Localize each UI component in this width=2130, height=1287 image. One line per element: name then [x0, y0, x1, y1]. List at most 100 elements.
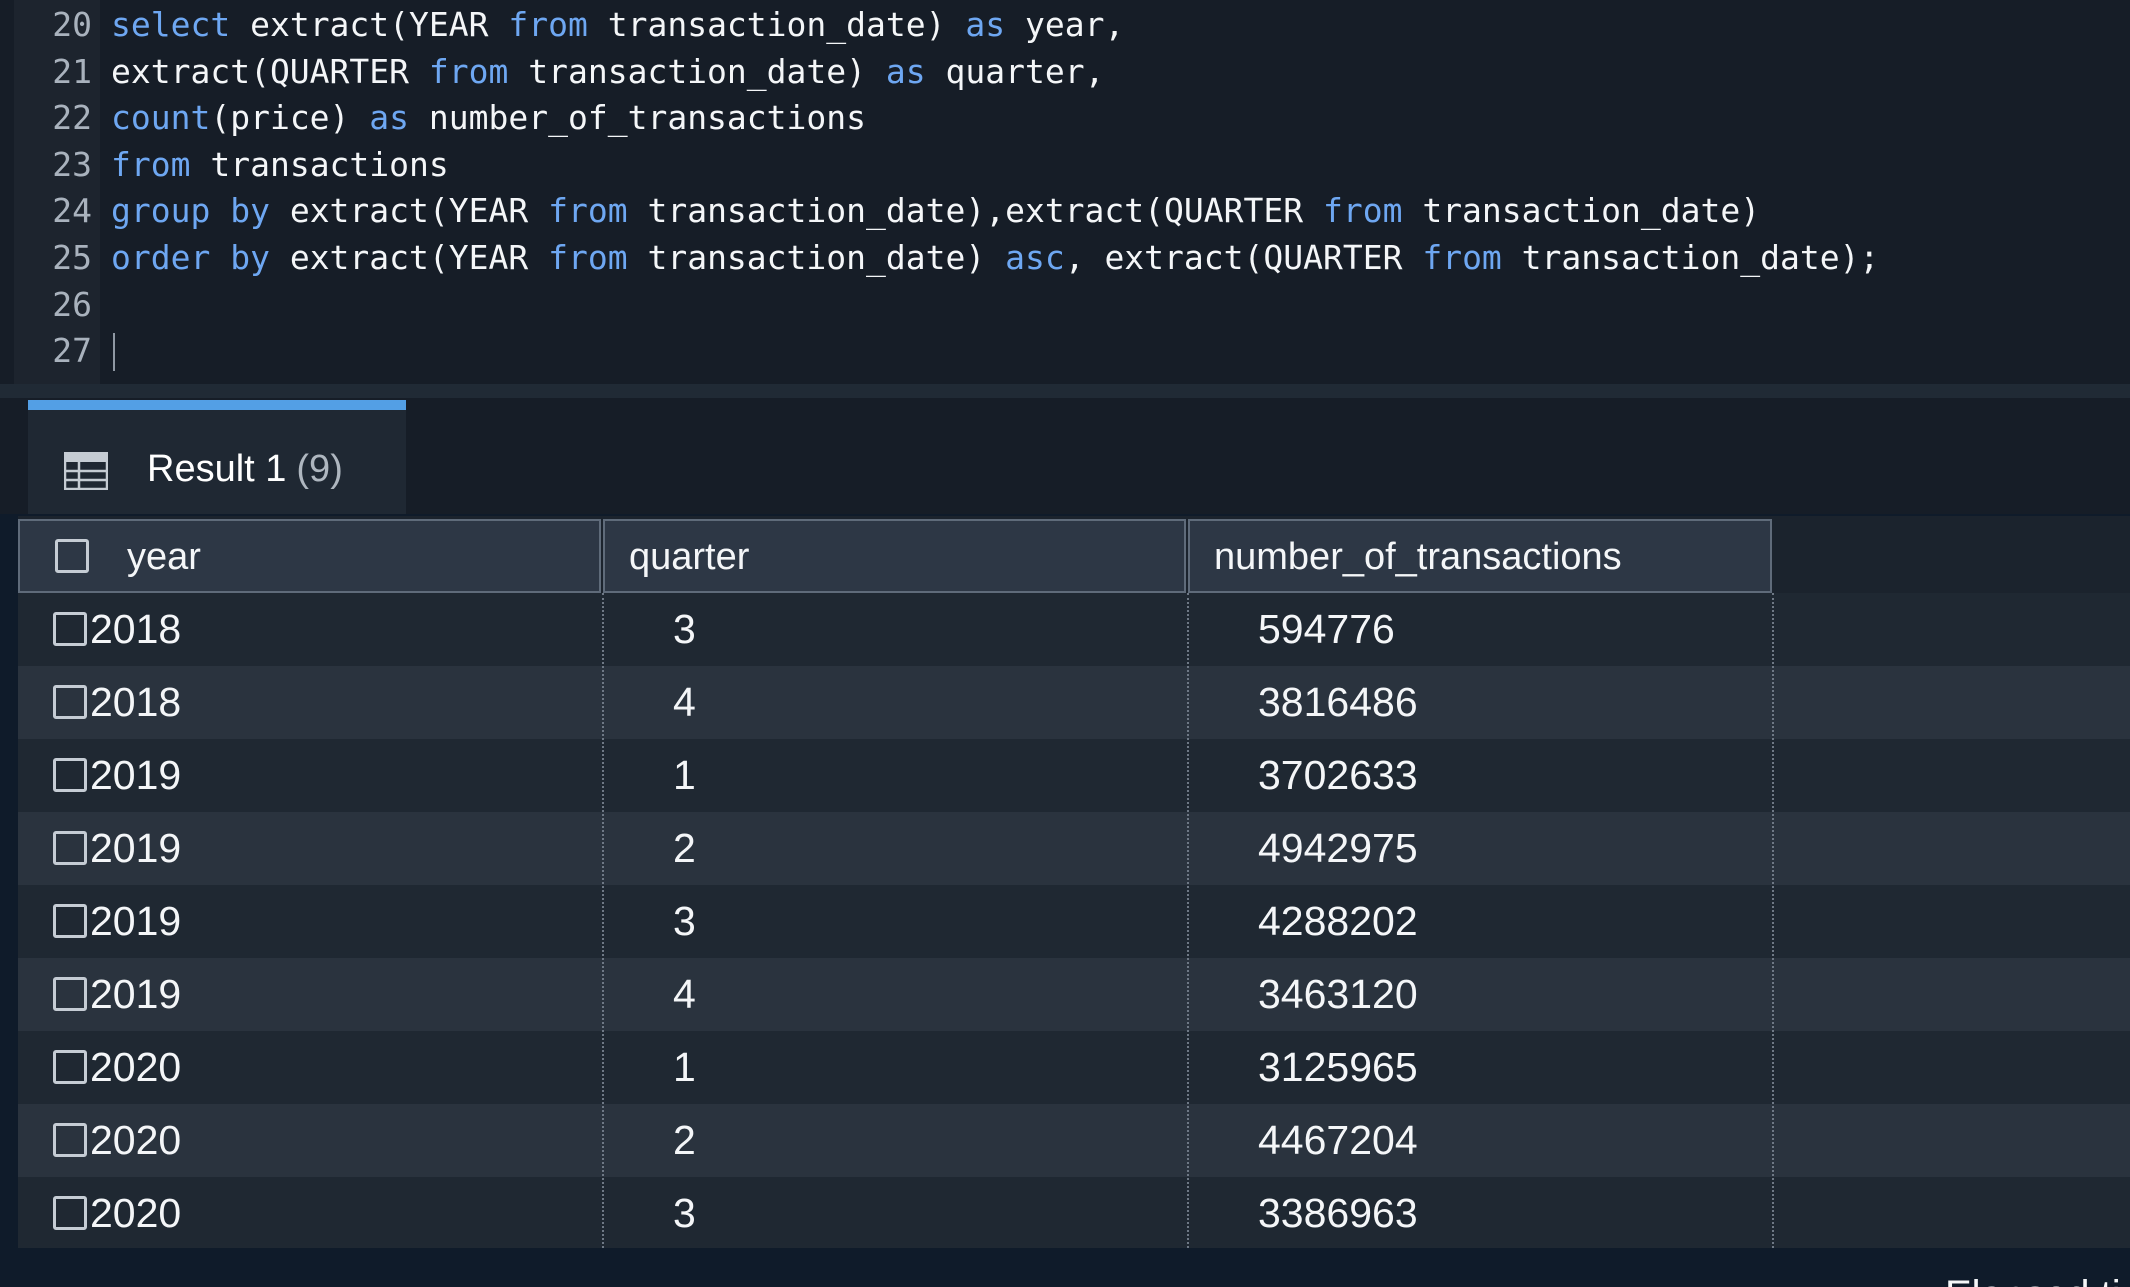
table-cell-number-of-transactions: 3702633 [1258, 752, 1418, 798]
table-cell-number-of-transactions: 4467204 [1258, 1117, 1418, 1163]
keyword-token: as [965, 5, 1006, 44]
table-cell-quarter: 3 [673, 606, 696, 652]
column-divider [602, 593, 604, 1248]
sql-editor[interactable]: 20 21 22 23 24 25 26 27 select extract(YEAR fro… [0, 0, 2130, 384]
results-table: year quarter number_of_transactions 2018… [18, 516, 2130, 1250]
line-number: 25 [52, 238, 92, 277]
column-header-label: quarter [629, 536, 750, 578]
row-checkbox[interactable] [53, 612, 87, 646]
code-token: (price) [210, 98, 370, 138]
keyword-token: order by [111, 238, 270, 277]
column-header-label: year [127, 536, 201, 578]
select-all-checkbox[interactable] [55, 539, 89, 573]
column-divider [1772, 593, 1774, 1248]
table-cell-year: 2019 [90, 898, 182, 944]
keyword-token: from [428, 51, 509, 91]
table-cell-number-of-transactions: 3386963 [1258, 1190, 1418, 1236]
elapsed-time-label: Elapsed ti [1945, 1270, 2121, 1287]
row-checkbox[interactable] [53, 1196, 87, 1230]
column-header-quarter[interactable]: quarter [603, 519, 1186, 593]
table-row[interactable]: 2019 4 3463120 [18, 958, 2130, 1031]
table-row[interactable]: 2018 4 3816486 [18, 666, 2130, 739]
code-line[interactable]: from transactions [111, 142, 449, 189]
code-token: quarter, [925, 51, 1105, 91]
code-line[interactable]: group by extract(YEAR from transaction_d… [111, 188, 1760, 235]
line-number: 20 [52, 5, 92, 44]
line-number: 21 [52, 51, 92, 91]
table-cell-quarter: 2 [673, 825, 696, 871]
text-caret [113, 333, 115, 371]
table-body: 2018 3 594776 2018 4 3816486 2019 1 3702633 2019 2… [18, 593, 2130, 1250]
table-row[interactable]: 2019 2 4942975 [18, 812, 2130, 885]
line-number: 22 [52, 98, 92, 138]
table-cell-quarter: 2 [673, 1117, 696, 1163]
line-number-gutter: 20 21 22 23 24 25 26 27 [14, 0, 100, 384]
tab-label: Result 1 (9) [147, 444, 343, 494]
query-editor-window: 20 21 22 23 24 25 26 27 select extract(YEAR fro… [0, 0, 2130, 1287]
table-cell-year: 2020 [90, 1190, 182, 1236]
keyword-token: as [885, 51, 926, 91]
table-cell-number-of-transactions: 3463120 [1258, 971, 1418, 1017]
tab-result-1[interactable]: Result 1 (9) [28, 400, 406, 514]
header-filler [1772, 525, 2130, 593]
row-checkbox[interactable] [53, 758, 87, 792]
code-token: extract(YEAR [269, 238, 549, 277]
table-cell-year: 2020 [90, 1044, 182, 1090]
keyword-token: from [508, 5, 588, 44]
code-line[interactable]: order by extract(YEAR from transaction_d… [111, 235, 1879, 282]
keyword-token: count [111, 98, 211, 138]
table-cell-quarter: 1 [673, 752, 696, 798]
row-checkbox[interactable] [53, 1123, 87, 1157]
editor-divider[interactable] [0, 384, 2130, 398]
keyword-token: as [369, 98, 410, 138]
result-tabbar: Result 1 (9) [0, 398, 2130, 514]
table-cell-quarter: 3 [673, 1190, 696, 1236]
row-checkbox[interactable] [53, 831, 87, 865]
table-row[interactable]: 2019 3 4288202 [18, 885, 2130, 958]
table-cell-number-of-transactions: 4288202 [1258, 898, 1418, 944]
row-checkbox[interactable] [53, 685, 87, 719]
table-cell-year: 2018 [90, 606, 182, 652]
table-row[interactable]: 2020 3 3386963 [18, 1177, 2130, 1250]
row-count-badge: (9) [296, 448, 343, 490]
table-cell-number-of-transactions: 594776 [1258, 606, 1395, 652]
table-row[interactable]: 2020 1 3125965 [18, 1031, 2130, 1104]
table-row[interactable]: 2018 3 594776 [18, 593, 2130, 666]
code-token: year, [1005, 5, 1125, 44]
row-checkbox[interactable] [53, 977, 87, 1011]
keyword-token: from [1322, 191, 1403, 231]
row-checkbox[interactable] [53, 904, 87, 938]
table-row[interactable]: 2019 1 3702633 [18, 739, 2130, 812]
keyword-token: group by [111, 191, 270, 231]
column-header-year[interactable]: year [18, 519, 601, 593]
table-icon [64, 452, 108, 490]
code-area[interactable]: select extract(YEAR from transaction_dat… [111, 0, 2130, 384]
keyword-token: from [548, 191, 628, 231]
tab-title: Result 1 [147, 448, 287, 490]
code-line[interactable]: count(price) as number_of_transactions [111, 95, 866, 142]
code-token: transactions [190, 144, 449, 184]
code-token: transaction_date) [627, 238, 1006, 277]
table-cell-quarter: 1 [673, 1044, 696, 1090]
line-number: 26 [52, 284, 92, 324]
table-cell-quarter: 3 [673, 898, 696, 944]
code-token: number_of_transactions [409, 98, 867, 138]
code-token: extract(YEAR [230, 5, 509, 44]
row-checkbox[interactable] [53, 1050, 87, 1084]
table-cell-number-of-transactions: 4942975 [1258, 825, 1418, 871]
table-cell-quarter: 4 [673, 971, 696, 1017]
table-row[interactable]: 2020 2 4467204 [18, 1104, 2130, 1177]
code-line[interactable]: select extract(YEAR from transaction_dat… [111, 2, 1124, 49]
line-number: 27 [52, 331, 92, 371]
status-bar [0, 1248, 2130, 1287]
code-token: extract(YEAR [269, 191, 549, 231]
keyword-token: from [548, 238, 628, 277]
code-token: extract(QUARTER [111, 51, 429, 91]
column-header-number-of-transactions[interactable]: number_of_transactions [1188, 519, 1772, 593]
table-cell-year: 2020 [90, 1117, 182, 1163]
keyword-token: from [1422, 238, 1502, 277]
code-token: , extract(QUARTER [1064, 238, 1423, 277]
table-header: year quarter number_of_transactions [18, 519, 2130, 593]
code-line[interactable]: extract(QUARTER from transaction_date) a… [111, 49, 1104, 96]
table-cell-number-of-transactions: 3816486 [1258, 679, 1418, 725]
